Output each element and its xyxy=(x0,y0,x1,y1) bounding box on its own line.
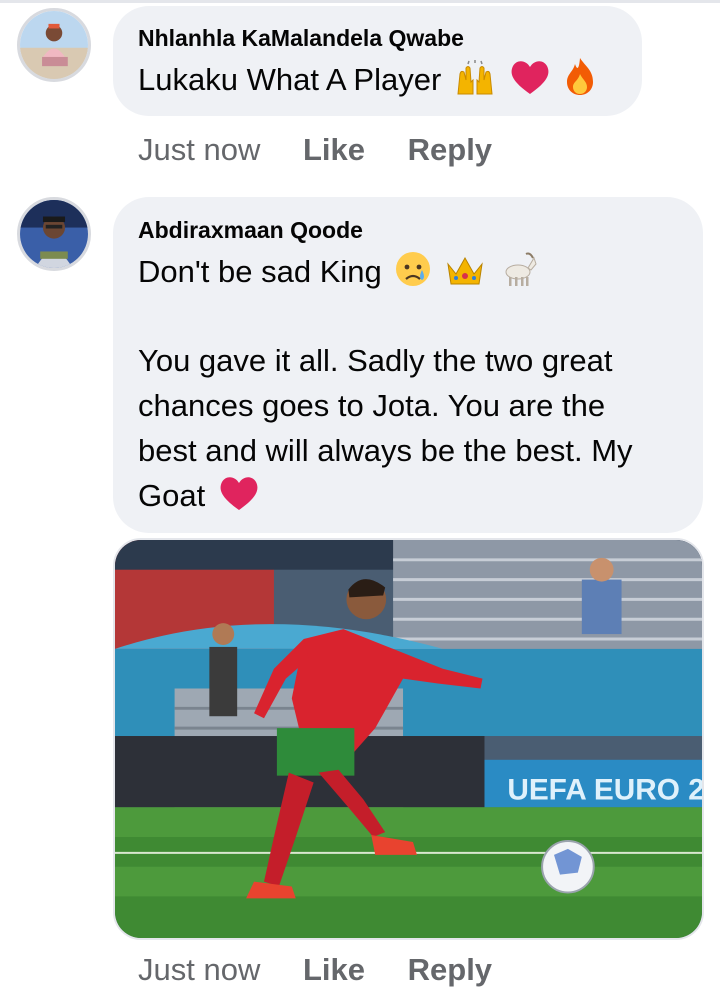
avatar[interactable] xyxy=(17,8,91,82)
red-heart-icon xyxy=(218,474,260,524)
ad-board-text: UEFA EURO 20 xyxy=(507,773,702,806)
comment-bubble: Abdiraxmaan Qoode Don't be sad King You … xyxy=(113,197,703,533)
red-heart-icon xyxy=(509,58,551,108)
like-button[interactable]: Like xyxy=(303,132,365,167)
comment-text-content: Don't be sad King xyxy=(138,254,382,289)
comment-photo-attachment[interactable]: UEFA EURO 20 xyxy=(113,538,704,940)
comment-meta: Just now Like Reply xyxy=(138,132,492,168)
comment-body-line-1: You gave it all. Sadly the two great xyxy=(138,343,613,378)
comment-author[interactable]: Nhlanhla KaMalandela Qwabe xyxy=(138,25,464,52)
football-photo: UEFA EURO 20 xyxy=(115,540,702,938)
reply-button[interactable]: Reply xyxy=(408,132,492,167)
avatar-photo xyxy=(20,200,88,268)
avatar-photo xyxy=(20,11,88,79)
fire-icon xyxy=(563,56,597,108)
crown-icon xyxy=(445,252,485,300)
comment-text-content: Goat xyxy=(138,478,206,513)
comment-body-line-2: chances goes to Jota. You are the xyxy=(138,388,606,423)
comment-text: Lukaku What A Player xyxy=(138,56,597,108)
comment-text-content: Lukaku What A Player xyxy=(138,62,442,97)
top-divider xyxy=(0,0,720,3)
raising-hands-icon xyxy=(454,60,496,108)
comment-bubble: Nhlanhla KaMalandela Qwabe Lukaku What A… xyxy=(113,6,642,116)
avatar[interactable] xyxy=(17,197,91,271)
crying-face-icon xyxy=(394,250,432,300)
comment-meta: Just now Like Reply xyxy=(138,952,492,988)
comment-body-line-4: Goat xyxy=(138,473,260,524)
goat-icon xyxy=(498,250,538,300)
comment-timestamp[interactable]: Just now xyxy=(138,132,260,167)
comment-text-first-line: Don't be sad King xyxy=(138,249,538,300)
comment-author[interactable]: Abdiraxmaan Qoode xyxy=(138,217,363,244)
comment-body-line-3: best and will always be the best. My xyxy=(138,433,633,468)
